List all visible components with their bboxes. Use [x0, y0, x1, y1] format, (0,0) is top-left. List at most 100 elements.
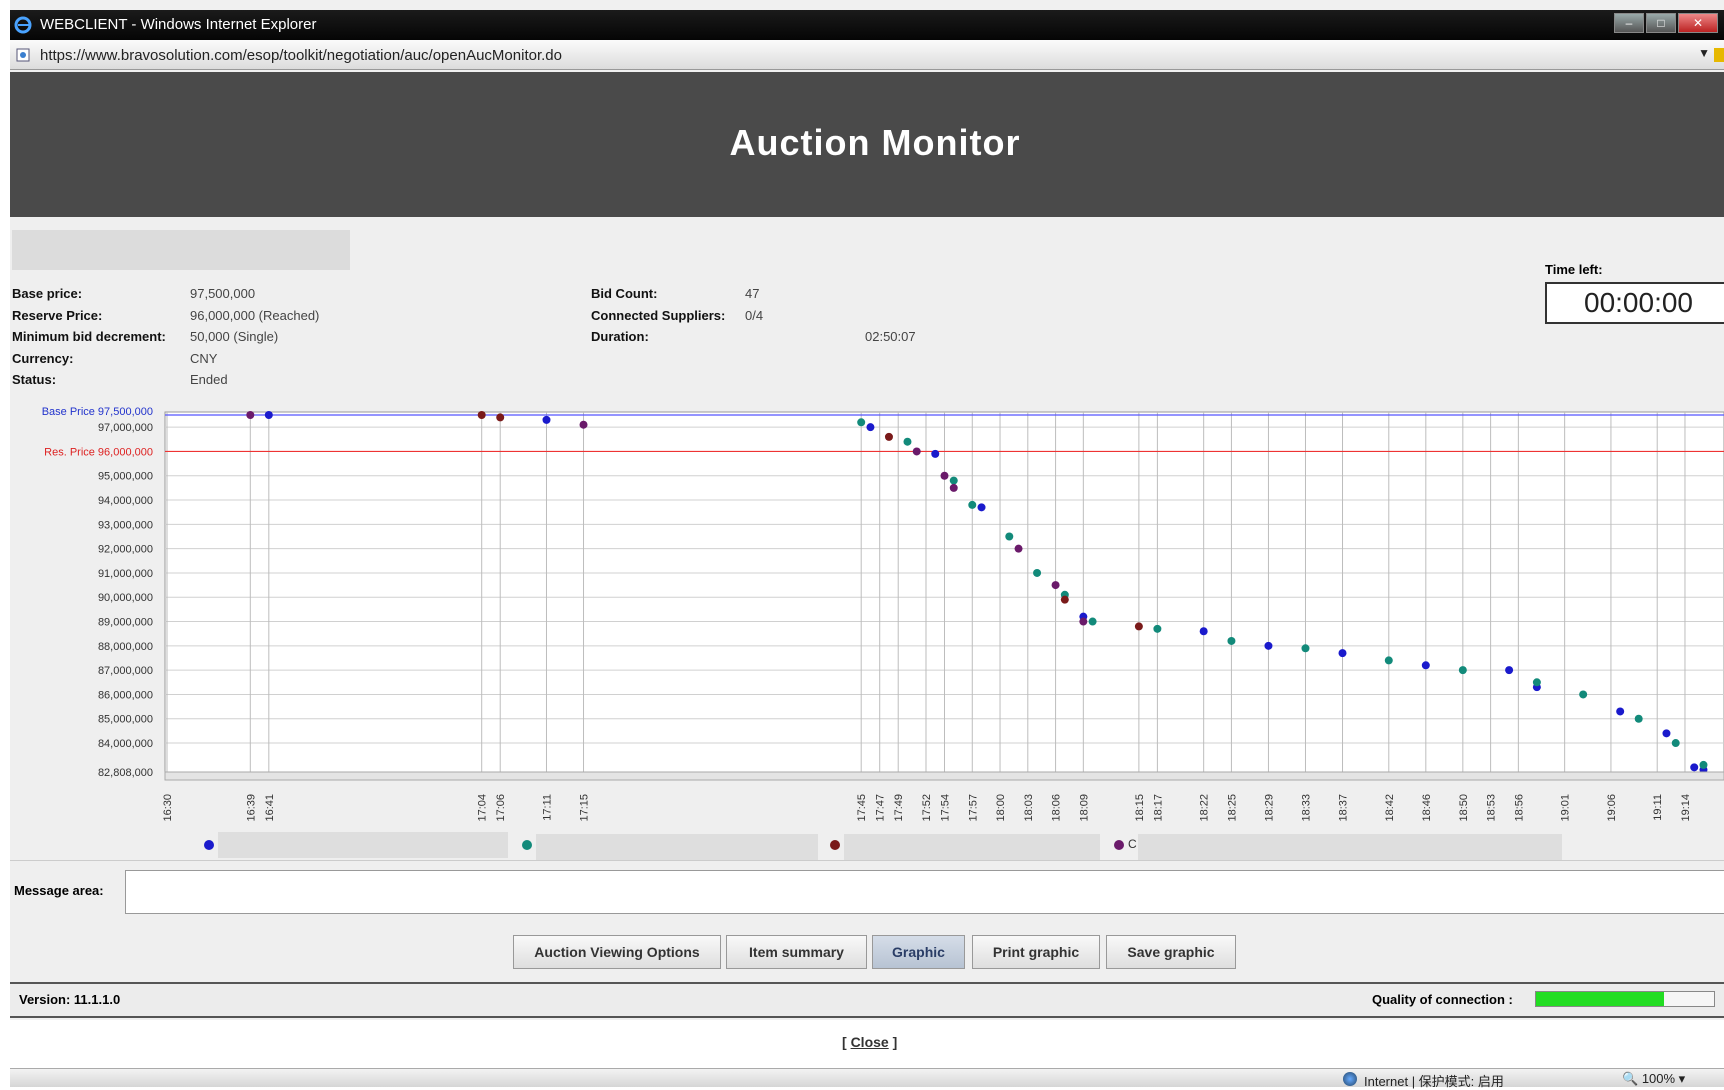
lock-icon[interactable] [1714, 48, 1724, 62]
globe-icon [1343, 1072, 1357, 1086]
reserve-price-label: Reserve Price: [12, 308, 103, 323]
x-tick-label: 17:45 [856, 794, 868, 822]
bid-point [949, 476, 958, 485]
x-scrollbar [164, 771, 1724, 781]
x-tick-label: 18:15 [1134, 794, 1146, 822]
bid-point [1033, 568, 1042, 577]
x-tick-label: 17:47 [875, 794, 887, 822]
bid-point [940, 471, 949, 480]
bid-point [1199, 627, 1208, 636]
x-tick-label: 17:54 [940, 794, 952, 822]
bid-point [477, 411, 486, 419]
x-tick-label: 18:25 [1226, 794, 1238, 822]
base-price-line-label: Base Price 97,500,000 [42, 406, 153, 418]
x-tick-label: 16:39 [245, 794, 257, 822]
x-tick-label: 17:15 [579, 794, 591, 822]
bid-point [1616, 707, 1625, 716]
bid-point [1505, 666, 1514, 675]
print-graphic-button[interactable]: Print graphic [972, 935, 1100, 969]
address-bar[interactable]: https://www.bravosolution.com/esop/toolk… [10, 40, 1724, 70]
address-dropdown-icon[interactable]: ▼ [1698, 46, 1710, 60]
bid-point [1088, 617, 1097, 626]
item-summary-button[interactable]: Item summary [726, 935, 867, 969]
zoom-level[interactable]: 🔍 100% ▾ [1622, 1071, 1685, 1087]
bid-point [1079, 617, 1088, 626]
internet-explorer-icon [14, 16, 32, 34]
auction-name-box [12, 230, 350, 270]
legend-dot-supplier-1 [204, 840, 214, 850]
x-tick-label: 17:04 [477, 794, 489, 822]
close-link-text[interactable]: Close [851, 1034, 889, 1050]
minimize-button[interactable]: – [1614, 13, 1644, 33]
x-tick-label: 17:49 [893, 794, 905, 822]
status-value: Ended [190, 372, 228, 387]
bid-point [1671, 739, 1680, 748]
connection-quality-fill [1536, 992, 1665, 1006]
zoom-value: 100% [1641, 1071, 1676, 1086]
graphic-button[interactable]: Graphic [872, 935, 965, 969]
bid-point [1060, 595, 1069, 604]
bid-point [977, 503, 986, 512]
y-tick-label: 94,000,000 [98, 495, 153, 507]
bid-point [857, 418, 866, 427]
save-graphic-button[interactable]: Save graphic [1106, 935, 1236, 969]
bid-point [903, 437, 912, 446]
bid-point [1338, 649, 1347, 658]
bid-point [1662, 729, 1671, 738]
x-tick-label: 18:03 [1023, 794, 1035, 822]
window-controls: – □ ✕ [1612, 13, 1718, 33]
bid-point [1005, 532, 1014, 541]
connection-quality-bar [1535, 991, 1715, 1007]
bid-point [1264, 641, 1273, 650]
time-left-label: Time left: [1545, 262, 1603, 277]
close-window-button[interactable]: ✕ [1678, 13, 1718, 33]
bid-chart: Base Price 97,500,000 Res. Price 96,000,0… [42, 406, 1724, 822]
y-tick-label: 97,000,000 [98, 422, 153, 434]
bid-point [1051, 581, 1060, 590]
bid-point [264, 411, 273, 419]
bid-point [1532, 678, 1541, 687]
bid-point [1699, 760, 1708, 769]
security-zone[interactable]: Internet | 保护模式: 启用 [1364, 1071, 1504, 1090]
browser-window: WEBCLIENT - Windows Internet Explorer – … [0, 0, 1724, 1090]
x-tick-label: 18:17 [1152, 794, 1164, 822]
y-tick-label: 88,000,000 [98, 641, 153, 653]
message-area[interactable] [125, 870, 1724, 914]
x-tick-label: 18:00 [995, 794, 1007, 822]
ie-status-bar: Internet | 保护模式: 启用 🔍 100% ▾ [10, 1068, 1724, 1090]
legend-label-supplier-4: C [1128, 837, 1137, 851]
connected-suppliers-value: 0/4 [745, 308, 764, 323]
x-tick-label: 18:06 [1051, 794, 1063, 822]
y-tick-label: 92,000,000 [98, 544, 153, 556]
legend-label-supplier-3 [844, 834, 1100, 860]
time-left-display: 00:00:00 [1545, 282, 1724, 324]
x-tick-labels: 16:30 16:39 16:41 17:04 17:06 17:11 17:15 17:45… [162, 794, 1692, 822]
x-tick-label: 19:01 [1560, 794, 1572, 822]
x-tick-label: 18:42 [1384, 794, 1396, 822]
bid-count-value: 47 [745, 286, 760, 301]
maximize-button[interactable]: □ [1646, 13, 1676, 33]
auction-viewing-options-button[interactable]: Auction Viewing Options [513, 935, 721, 969]
bid-point [496, 413, 505, 422]
y-tick-label: 90,000,000 [98, 592, 153, 604]
version-label: Version: 11.1.1.0 [19, 992, 121, 1007]
url-field[interactable]: https://www.bravosolution.com/esop/toolk… [40, 47, 562, 64]
x-tick-label: 18:29 [1263, 794, 1275, 822]
message-area-label: Message area: [14, 883, 104, 898]
page-header: Auction Monitor [10, 72, 1724, 217]
legend-label-supplier-1 [218, 832, 508, 858]
x-tick-label: 18:56 [1513, 794, 1525, 822]
bid-point [246, 411, 255, 419]
y-tick-label: 87,000,000 [98, 665, 153, 677]
bid-point [1384, 656, 1393, 665]
min-bid-value: 50,000 (Single) [190, 329, 279, 344]
currency-value: CNY [190, 351, 218, 366]
legend-label-supplier-4-hidden [1138, 834, 1562, 860]
close-link[interactable]: [ Close ] [842, 1034, 897, 1050]
legend-dot-supplier-3 [830, 840, 840, 850]
duration-value: 02:50:07 [865, 329, 916, 344]
bid-point [1634, 714, 1643, 723]
base-price-label: Base price: [12, 286, 83, 301]
bid-point [949, 483, 958, 492]
x-tick-label: 18:37 [1338, 794, 1350, 822]
